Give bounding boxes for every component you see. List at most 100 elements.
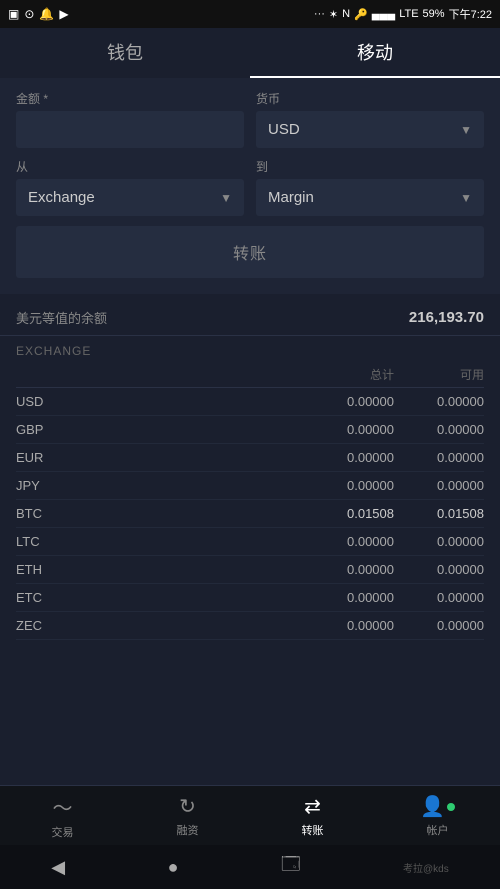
cell-currency-name: XMR bbox=[16, 646, 294, 648]
transfer-form: 金额 * 货币 USD ▼ 从 Exchange ▼ 到 Margin ▼ bbox=[0, 78, 500, 294]
tab-wallet-label: 钱包 bbox=[107, 39, 143, 65]
cell-available: 0.00000 bbox=[394, 618, 484, 633]
status-left-icons: ▣ ⊙ 🔔 ▶ bbox=[8, 7, 69, 21]
status-right-icons: ··· ✶ N 🔑 ▄▄▄ LTE 59% 下午7:22 bbox=[314, 6, 492, 22]
nav-trade[interactable]: 〜 交易 bbox=[0, 786, 125, 845]
cell-total: 0.01508 bbox=[294, 506, 394, 521]
table-row: GBP0.000000.00000 bbox=[16, 416, 484, 444]
back-button[interactable]: ◀ bbox=[51, 857, 65, 878]
currency-value: USD bbox=[268, 121, 300, 138]
tab-transfer-label: 移动 bbox=[357, 39, 393, 65]
cell-total: 0.00000 bbox=[294, 590, 394, 605]
cell-total: 0.00000 bbox=[294, 478, 394, 493]
nav-transfer[interactable]: ⇄ 转账 bbox=[250, 786, 375, 845]
cell-available: 0.00000 bbox=[394, 478, 484, 493]
cell-total: 0.00000 bbox=[294, 450, 394, 465]
table-row: ETC0.000000.00000 bbox=[16, 584, 484, 612]
table-header: 总计 可用 bbox=[16, 362, 484, 388]
table-row: LTC0.000000.00000 bbox=[16, 528, 484, 556]
table-row: ZEC0.000000.00000 bbox=[16, 612, 484, 640]
home-button[interactable]: ● bbox=[168, 857, 179, 878]
nav-funding[interactable]: ↻ 融资 bbox=[125, 786, 250, 845]
amount-currency-row: 金额 * 货币 USD ▼ bbox=[16, 90, 484, 148]
sys-nav-bar: ◀ ● 🗔 考拉@kds bbox=[0, 845, 500, 889]
cell-available: 0.00000 bbox=[394, 534, 484, 549]
lte-label: LTE bbox=[399, 8, 418, 20]
cell-available: 0.01508 bbox=[394, 506, 484, 521]
play-icon: ▶ bbox=[59, 7, 68, 21]
balance-label: 美元等值的余额 bbox=[16, 308, 107, 327]
transfer-button[interactable]: 转账 bbox=[16, 226, 484, 278]
from-to-row: 从 Exchange ▼ 到 Margin ▼ bbox=[16, 158, 484, 216]
trade-label: 交易 bbox=[52, 824, 74, 840]
cell-currency-name: ETH bbox=[16, 562, 294, 577]
currency-group: 货币 USD ▼ bbox=[256, 90, 484, 148]
cell-currency-name: BTC bbox=[16, 506, 294, 521]
nav-account[interactable]: 👤 帐户 bbox=[375, 786, 500, 845]
nfc-icon: N bbox=[342, 8, 350, 20]
amount-input[interactable] bbox=[16, 111, 244, 148]
exchange-table-body: USD0.000000.00000GBP0.000000.00000EUR0.0… bbox=[16, 388, 484, 648]
from-select[interactable]: Exchange ▼ bbox=[16, 179, 244, 216]
cell-total: 0.00000 bbox=[294, 394, 394, 409]
from-group: 从 Exchange ▼ bbox=[16, 158, 244, 216]
cell-total: 0.00000 bbox=[294, 534, 394, 549]
to-label: 到 bbox=[256, 158, 484, 175]
col-header-name bbox=[16, 366, 294, 383]
cell-currency-name: USD bbox=[16, 394, 294, 409]
status-bar: ▣ ⊙ 🔔 ▶ ··· ✶ N 🔑 ▄▄▄ LTE 59% 下午7:22 bbox=[0, 0, 500, 28]
amount-group: 金额 * bbox=[16, 90, 244, 148]
from-dropdown-arrow: ▼ bbox=[220, 191, 232, 205]
to-group: 到 Margin ▼ bbox=[256, 158, 484, 216]
watermark: 考拉@kds bbox=[403, 860, 449, 875]
amount-label: 金额 * bbox=[16, 90, 244, 107]
key-icon: 🔑 bbox=[354, 8, 368, 21]
to-value: Margin bbox=[268, 189, 314, 206]
cell-available: 0.00000 bbox=[394, 394, 484, 409]
app-icon-1: ▣ bbox=[8, 7, 19, 21]
cell-available: 0.00000 bbox=[394, 562, 484, 577]
notification-icon: 🔔 bbox=[39, 7, 54, 21]
cell-available: 0.00000 bbox=[394, 646, 484, 648]
table-row: JPY0.000000.00000 bbox=[16, 472, 484, 500]
currency-select[interactable]: USD ▼ bbox=[256, 111, 484, 148]
app-icon-2: ⊙ bbox=[24, 7, 34, 21]
cell-currency-name: EUR bbox=[16, 450, 294, 465]
col-header-total: 总计 bbox=[294, 366, 394, 383]
cell-currency-name: JPY bbox=[16, 478, 294, 493]
balance-value: 216,193.70 bbox=[409, 309, 484, 326]
funding-icon: ↻ bbox=[179, 794, 196, 819]
table-row: BTC0.015080.01508 bbox=[16, 500, 484, 528]
cell-total: 0.00000 bbox=[294, 422, 394, 437]
cell-available: 0.00000 bbox=[394, 422, 484, 437]
balance-area: 美元等值的余额 216,193.70 bbox=[0, 294, 500, 336]
account-icon: 👤 bbox=[420, 794, 455, 819]
cell-total: 0.00000 bbox=[294, 618, 394, 633]
currency-label: 货币 bbox=[256, 90, 484, 107]
battery-label: 59% bbox=[423, 8, 445, 20]
main-tab-bar: 钱包 移动 bbox=[0, 28, 500, 78]
tab-transfer[interactable]: 移动 bbox=[250, 28, 500, 78]
tab-wallet[interactable]: 钱包 bbox=[0, 28, 250, 78]
bottom-nav: 〜 交易 ↻ 融资 ⇄ 转账 👤 帐户 bbox=[0, 785, 500, 845]
from-label: 从 bbox=[16, 158, 244, 175]
cell-total: 0.00000 bbox=[294, 646, 394, 648]
table-row: USD0.000000.00000 bbox=[16, 388, 484, 416]
cell-currency-name: LTC bbox=[16, 534, 294, 549]
recents-button[interactable]: 🗔 bbox=[281, 852, 301, 882]
account-dot bbox=[447, 803, 455, 811]
table-row: EUR0.000000.00000 bbox=[16, 444, 484, 472]
trade-icon: 〜 bbox=[53, 792, 73, 821]
from-value: Exchange bbox=[28, 189, 95, 206]
account-label: 帐户 bbox=[427, 822, 449, 838]
table-row: XMR0.000000.00000 bbox=[16, 640, 484, 648]
cell-currency-name: GBP bbox=[16, 422, 294, 437]
to-select[interactable]: Margin ▼ bbox=[256, 179, 484, 216]
cell-available: 0.00000 bbox=[394, 450, 484, 465]
cell-currency-name: ZEC bbox=[16, 618, 294, 633]
table-row: ETH0.000000.00000 bbox=[16, 556, 484, 584]
cell-total: 0.00000 bbox=[294, 562, 394, 577]
funding-label: 融资 bbox=[177, 822, 199, 838]
currency-dropdown-arrow: ▼ bbox=[460, 123, 472, 137]
transfer-icon: ⇄ bbox=[304, 794, 321, 819]
